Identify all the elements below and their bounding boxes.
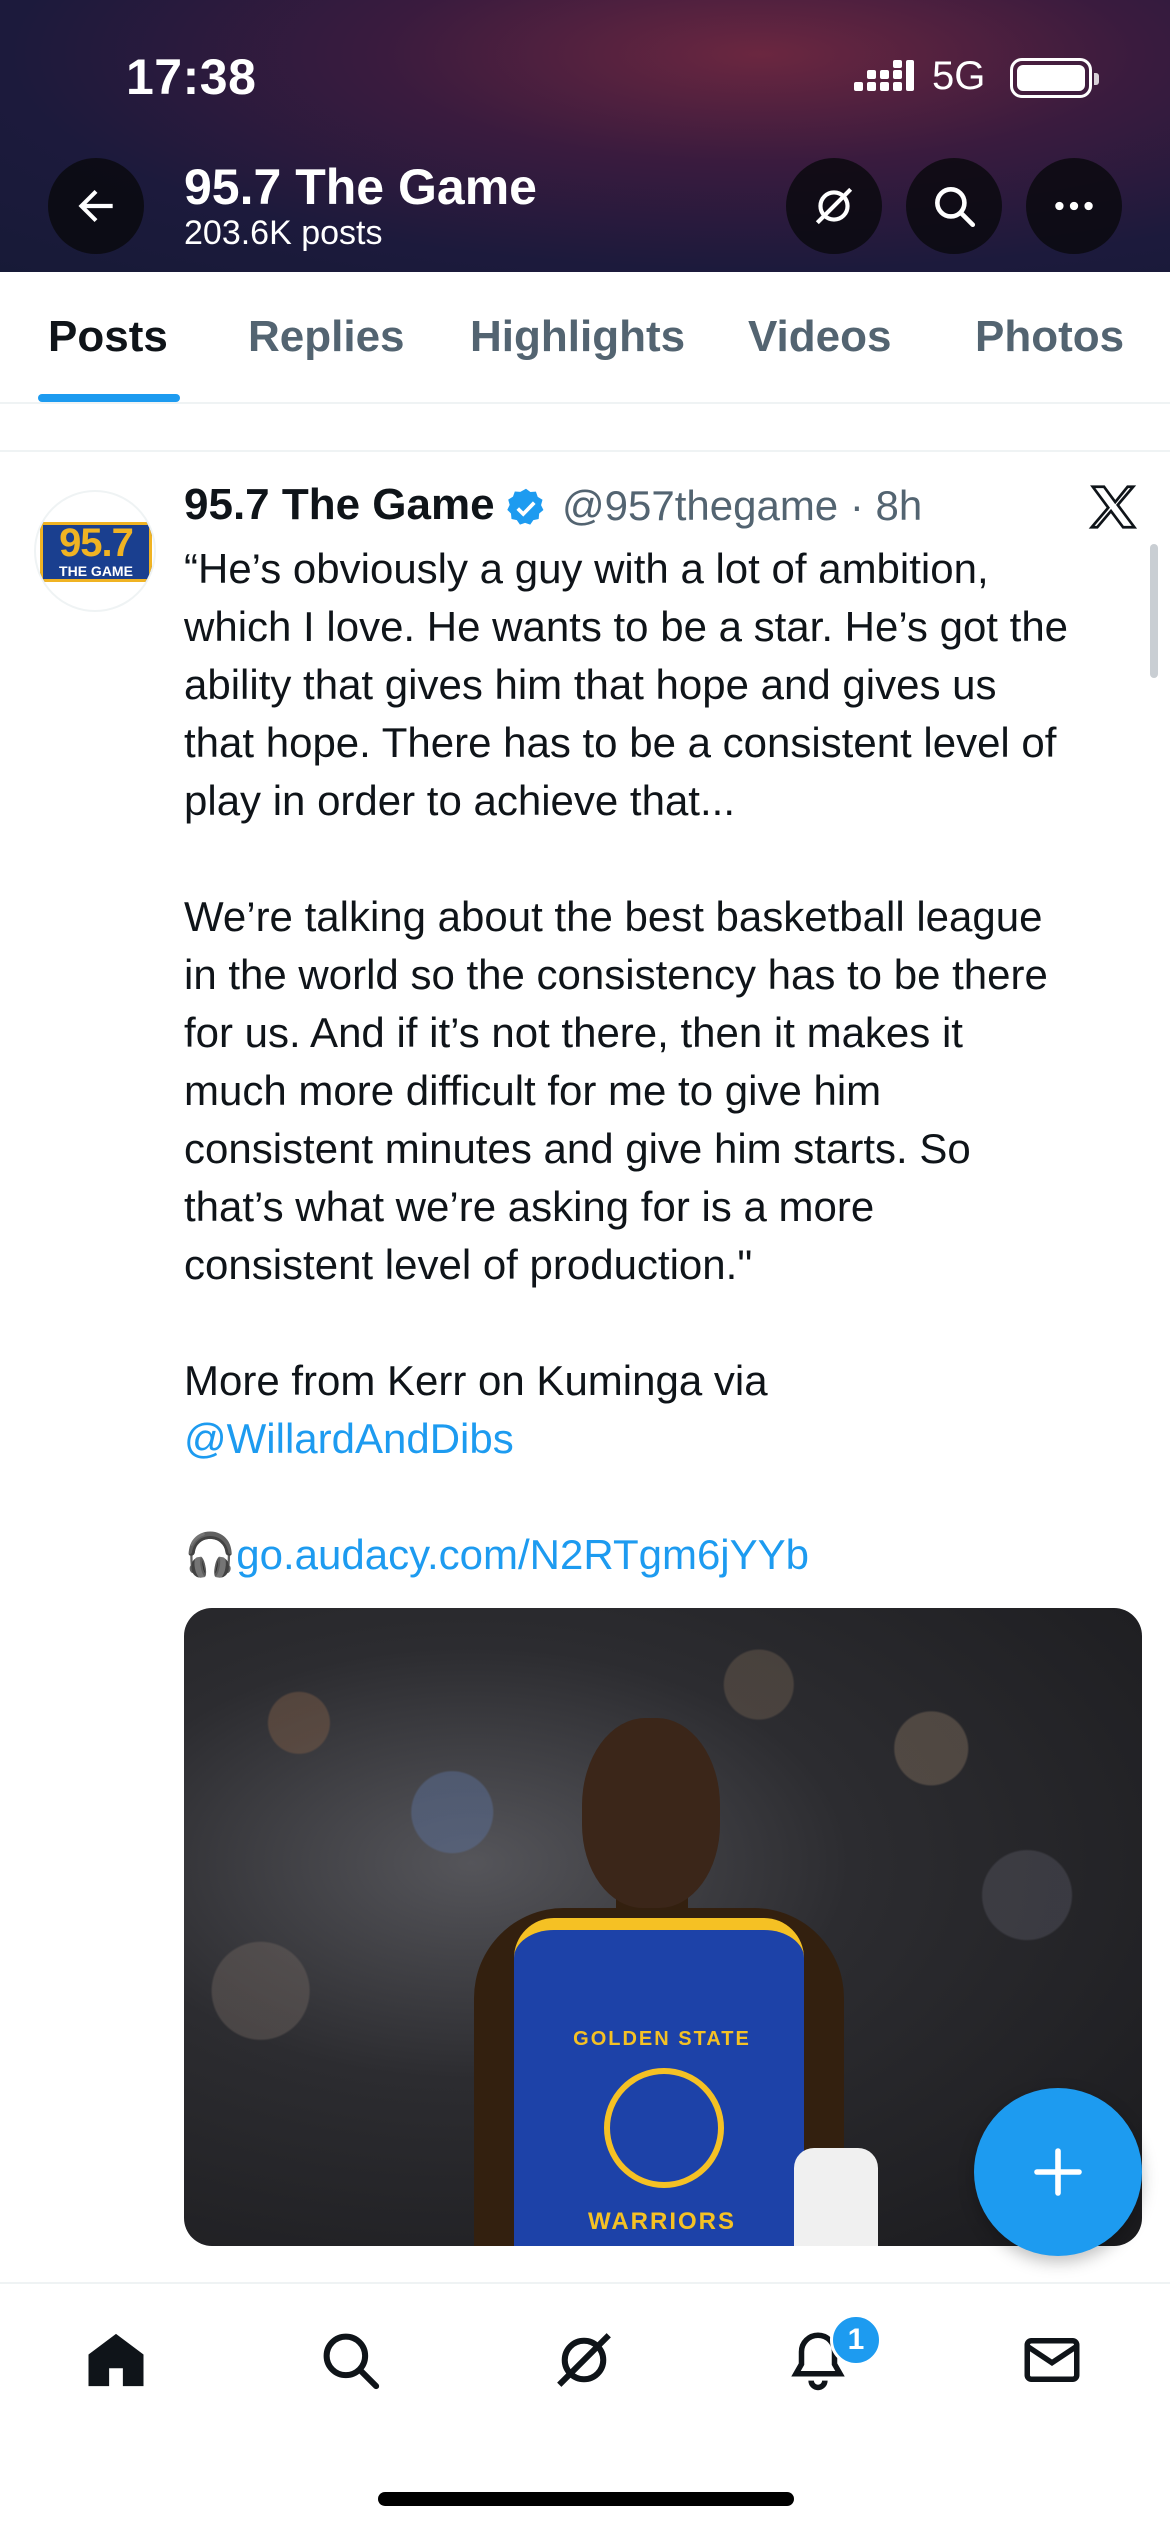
search-button[interactable] (906, 158, 1002, 254)
grok-button[interactable] (786, 158, 882, 254)
battery-icon (1010, 58, 1099, 98)
grok-icon (557, 2333, 611, 2387)
home-icon (88, 2333, 144, 2387)
nav-grok[interactable] (544, 2320, 624, 2400)
search-icon (935, 187, 976, 228)
plus-icon (1034, 2148, 1082, 2196)
tweet-handle-time[interactable]: @957thegame · 8h (562, 482, 922, 530)
messages-icon (1024, 2338, 1080, 2382)
back-button[interactable] (48, 158, 144, 254)
headphone-icon: 🎧 (184, 1531, 237, 1578)
network-type: 5G (932, 54, 986, 98)
more-button[interactable] (1026, 158, 1122, 254)
tab-posts[interactable]: Posts (48, 312, 168, 362)
more-icon (1055, 201, 1093, 211)
tweet-paragraph: We’re talking about the best basketball … (184, 893, 1048, 1288)
post-count: 203.6K posts (184, 214, 383, 252)
back-arrow-icon (78, 189, 113, 223)
status-time: 17:38 (126, 49, 257, 105)
scrollbar[interactable] (1150, 544, 1158, 678)
nav-search[interactable] (310, 2320, 390, 2400)
previous-post-edge (0, 404, 1170, 452)
active-tab-indicator (38, 394, 180, 402)
profile-tabs: Posts Replies Highlights Videos Photos (0, 272, 1170, 404)
station-logo: 95.7 THE GAME (40, 521, 152, 582)
nav-messages[interactable] (1012, 2320, 1092, 2400)
tweet-text: “He’s obviously a guy with a lot of ambi… (184, 540, 1134, 1584)
home-indicator (378, 2492, 794, 2506)
tweet-url-link[interactable]: go.audacy.com/N2RTgm6jYYb (236, 1531, 809, 1578)
tweet-paragraph: “He’s obviously a guy with a lot of ambi… (184, 545, 1069, 824)
profile-header: 17:38 5G 95.7 The Game 203.6K posts (0, 0, 1170, 272)
tab-photos[interactable]: Photos (975, 312, 1124, 362)
tweet-paragraph: More from Kerr on Kuminga via (184, 1357, 768, 1404)
search-icon (323, 2333, 380, 2390)
nav-home[interactable] (76, 2320, 156, 2400)
tab-replies[interactable]: Replies (248, 312, 405, 362)
verified-badge-icon (507, 488, 544, 525)
profile-title: 95.7 The Game (184, 159, 537, 215)
cellular-signal-icon (854, 60, 914, 91)
grok-icon (815, 187, 853, 225)
bridge-logo-icon (604, 2068, 724, 2188)
tab-highlights[interactable]: Highlights (470, 312, 685, 362)
compose-post-button[interactable] (974, 2088, 1142, 2256)
tab-videos[interactable]: Videos (748, 312, 891, 362)
jersey-text-top: GOLDEN STATE (573, 2028, 751, 2050)
tweet-author-name[interactable]: 95.7 The Game (184, 480, 495, 530)
avatar[interactable]: 95.7 THE GAME (34, 490, 156, 612)
mention-link[interactable]: @WillardAndDibs (184, 1415, 514, 1462)
jersey-text-bottom: WARRIORS (588, 2208, 736, 2235)
x-logo-icon (1088, 485, 1138, 529)
notification-badge: 1 (830, 2314, 882, 2366)
